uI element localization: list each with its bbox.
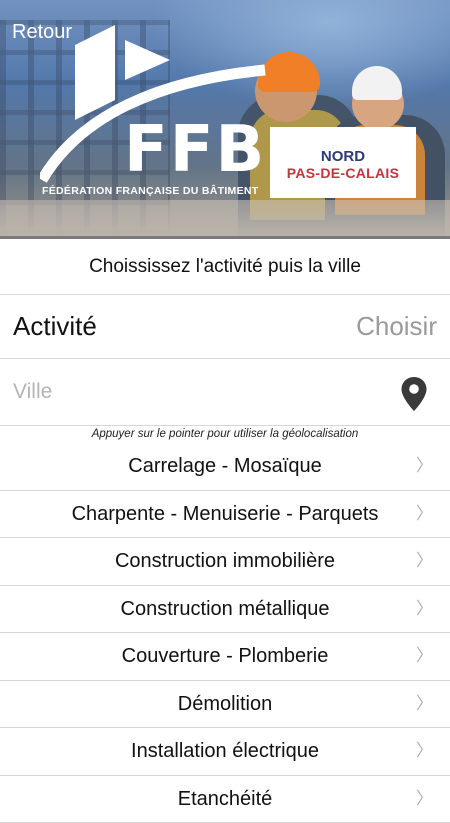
back-button[interactable]: Retour bbox=[12, 20, 72, 44]
chevron-right-icon: 〉 bbox=[416, 728, 433, 774]
region-badge-line2: PAS-DE-CALAIS bbox=[270, 166, 416, 180]
chevron-right-icon: 〉 bbox=[416, 633, 433, 679]
activity-list-item-label: Construction métallique bbox=[0, 586, 450, 632]
header-banner: FFB FÉDÉRATION FRANÇAISE DU BÂTIMENT NOR… bbox=[0, 0, 450, 238]
activity-list-item[interactable]: Installation électrique〉 bbox=[0, 728, 450, 776]
activity-choose-button[interactable]: Choisir bbox=[356, 311, 437, 342]
activity-list-item-label: Couverture - Plomberie bbox=[0, 633, 450, 679]
activity-list-item[interactable]: Etanchéité〉 bbox=[0, 776, 450, 823]
activity-list-item-label: Charpente - Menuiserie - Parquets bbox=[0, 491, 450, 537]
region-badge: NORD PAS-DE-CALAIS bbox=[270, 127, 416, 198]
activity-label: Activité bbox=[13, 311, 97, 342]
city-input[interactable] bbox=[13, 375, 373, 409]
city-row bbox=[0, 359, 450, 426]
activity-list-item-label: Carrelage - Mosaïque bbox=[0, 443, 450, 489]
ffb-logo-text: FFB bbox=[124, 118, 266, 182]
chevron-right-icon: 〉 bbox=[416, 586, 433, 632]
geolocation-hint: Appuyer sur le pointer pour utiliser la … bbox=[0, 426, 450, 443]
activity-list-item[interactable]: Carrelage - Mosaïque〉 bbox=[0, 443, 450, 491]
chevron-right-icon: 〉 bbox=[416, 443, 433, 489]
chevron-right-icon: 〉 bbox=[416, 491, 433, 537]
activity-list-item[interactable]: Démolition〉 bbox=[0, 681, 450, 729]
chevron-right-icon: 〉 bbox=[416, 538, 433, 584]
activity-list-item-label: Installation électrique bbox=[0, 728, 450, 774]
chevron-right-icon: 〉 bbox=[416, 681, 433, 727]
activity-list-item[interactable]: Charpente - Menuiserie - Parquets〉 bbox=[0, 491, 450, 539]
activity-list-item[interactable]: Couverture - Plomberie〉 bbox=[0, 633, 450, 681]
chevron-right-icon: 〉 bbox=[416, 776, 433, 822]
activity-list-item-label: Démolition bbox=[0, 681, 450, 727]
ffb-logo-subtitle: FÉDÉRATION FRANÇAISE DU BÂTIMENT bbox=[42, 185, 258, 197]
activity-list-item-label: Etanchéité bbox=[0, 776, 450, 822]
map-pin-icon[interactable] bbox=[400, 376, 428, 412]
activity-list-item[interactable]: Construction métallique〉 bbox=[0, 586, 450, 634]
instruction-text: Choississez l'activité puis la ville bbox=[0, 239, 450, 295]
activity-list-item[interactable]: Construction immobilière〉 bbox=[0, 538, 450, 586]
activity-list: Carrelage - Mosaïque〉Charpente - Menuise… bbox=[0, 443, 450, 823]
activity-list-item-label: Construction immobilière bbox=[0, 538, 450, 584]
activity-selector[interactable]: Activité Choisir bbox=[0, 295, 450, 359]
region-badge-line1: NORD bbox=[270, 149, 416, 164]
